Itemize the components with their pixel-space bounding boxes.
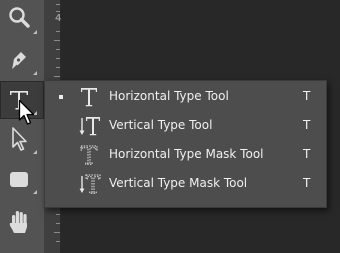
menu-item-horizontal-type-tool[interactable]: Horizontal Type Tool T [45,82,326,111]
photoshop-tool-area: 4 Horizontal Type Tool T Vertical Type T… [0,0,340,253]
menu-item-shortcut: T [303,176,311,190]
rectangle-icon [10,172,28,187]
hand-icon [9,211,27,233]
menu-item-label: Horizontal Type Tool [109,89,229,103]
ruler-tick [54,232,60,233]
more-tools-indicator [33,71,37,75]
menu-item-shortcut: T [303,147,311,161]
ruler-tick [56,58,60,59]
selected-bullet [59,95,63,99]
menu-item-horizontal-type-mask-tool[interactable]: Horizontal Type Mask Tool T [45,140,326,169]
mouse-pointer-icon [18,99,35,125]
ruler-tick [56,31,60,32]
more-tools-indicator [33,150,37,154]
zoom-tool-button[interactable] [0,0,44,38]
horizontal-type-mask-icon [80,145,98,165]
ruler-tick [56,67,60,68]
type-tools-flyout-menu: Horizontal Type Tool T Vertical Type Too… [44,80,327,208]
menu-item-shortcut: T [303,89,311,103]
horizontal-type-icon [81,88,97,107]
more-tools-indicator [33,30,37,34]
rectangle-tool-button[interactable] [0,160,44,198]
pen-tool-button[interactable] [0,41,44,79]
menu-item-shortcut: T [303,118,311,132]
ruler-tick [56,49,60,50]
ruler-tick [56,4,60,5]
hand-tool-button[interactable] [0,203,44,241]
pen-icon [11,52,26,71]
ruler-tick [54,76,60,77]
more-tools-indicator [33,190,37,194]
menu-item-label: Vertical Type Mask Tool [109,176,248,190]
vertical-type-icon [79,117,100,136]
menu-item-vertical-type-mask-tool[interactable]: Vertical Type Mask Tool T [45,169,326,198]
zoom-icon [9,7,30,28]
ruler-tick [56,11,60,12]
ruler-tick [56,241,60,242]
ruler-tick [56,223,60,224]
ruler-tick [54,40,60,41]
menu-item-label: Vertical Type Tool [109,118,213,132]
menu-item-vertical-type-tool[interactable]: Vertical Type Tool T [45,111,326,140]
vertical-type-mask-icon [79,174,101,194]
ruler-tick [56,214,60,215]
menu-item-label: Horizontal Type Mask Tool [109,147,264,161]
